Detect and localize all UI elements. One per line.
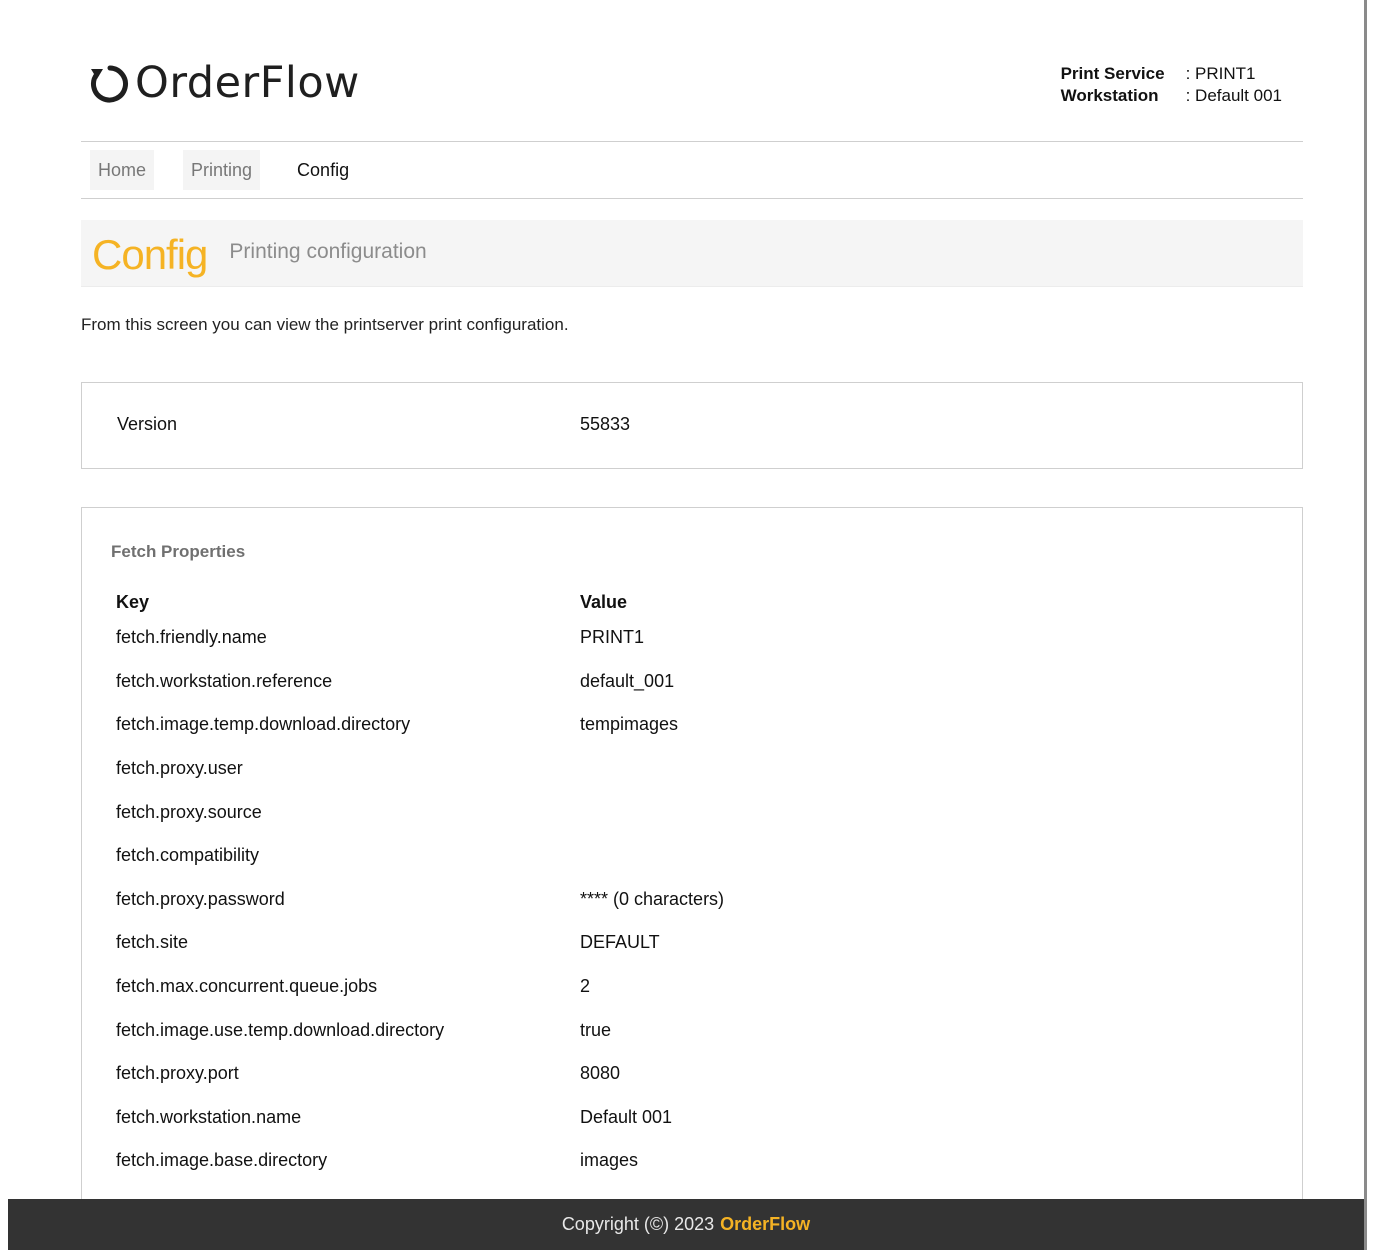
property-value: DEFAULT (580, 932, 660, 953)
table-row: fetch.site DEFAULT (116, 921, 724, 965)
property-value: 2 (580, 976, 591, 997)
refresh-logo-icon (91, 65, 128, 103)
page-header: OrderFlow Print Service : PRINT1 Workstat… (81, 0, 1303, 142)
intro-text: From this screen you can view the prints… (81, 315, 569, 334)
workstation-row: Workstation : Default 001 (1061, 85, 1282, 107)
property-value: Default 001 (580, 1106, 673, 1127)
property-key: fetch.proxy.password (116, 888, 285, 909)
workstation-value: : Default 001 (1185, 86, 1282, 105)
property-value: default_001 (580, 670, 675, 691)
table-row: fetch.proxy.user (116, 747, 724, 791)
footer-brand: OrderFlow (720, 1214, 811, 1234)
table-row: fetch.workstation.name Default 001 (116, 1096, 724, 1140)
page-footer: Copyright (©) 2023 OrderFlow (8, 1199, 1364, 1250)
property-key: fetch.proxy.user (116, 758, 243, 779)
logo-text: OrderFlow (135, 57, 360, 108)
table-row: fetch.proxy.password **** (0 characters) (116, 878, 724, 922)
property-value (580, 747, 724, 791)
table-row: fetch.image.temp.download.directory tempi… (116, 703, 724, 747)
property-key: fetch.workstation.name (116, 1106, 302, 1127)
property-key: fetch.compatibility (116, 845, 260, 866)
version-panel: Version 55833 (81, 382, 1303, 469)
property-value: images (580, 1150, 639, 1171)
property-key: fetch.image.temp.download.directory (116, 714, 411, 735)
copyright-text: Copyright (©) 2023 (561, 1214, 715, 1234)
property-key: fetch.friendly.name (116, 627, 267, 648)
page-subtitle: Printing configuration (229, 240, 427, 263)
version-value: 55833 (580, 414, 631, 434)
table-row: fetch.proxy.port 8080 (116, 1052, 724, 1096)
property-value: 8080 (580, 1063, 621, 1084)
property-key: fetch.proxy.port (116, 1063, 239, 1084)
table-row: fetch.friendly.name PRINT1 (116, 616, 724, 660)
property-key: fetch.image.use.temp.download.directory (116, 1019, 445, 1040)
property-key: fetch.max.concurrent.queue.jobs (116, 976, 378, 997)
logo[interactable]: OrderFlow (87, 60, 360, 106)
table-row: fetch.compatibility (116, 834, 724, 878)
scrollbar-edge (1364, 0, 1367, 1250)
property-key: fetch.workstation.reference (116, 670, 333, 691)
property-key: fetch.image.base.directory (116, 1150, 328, 1171)
table-header-row: Key Value (116, 592, 724, 616)
table-row: fetch.image.base.directory images (116, 1139, 724, 1183)
page-container: OrderFlow Print Service : PRINT1 Workstat… (81, 0, 1303, 1227)
property-key: fetch.proxy.source (116, 801, 262, 822)
column-header-value: Value (580, 592, 628, 612)
column-header-key: Key (116, 592, 150, 612)
workstation-label: Workstation (1060, 86, 1159, 105)
page-title: Config (92, 231, 208, 278)
property-value: **** (0 characters) (580, 888, 725, 909)
nav-printing[interactable]: Printing (183, 150, 261, 190)
version-label: Version (117, 414, 178, 434)
fetch-properties-panel: Fetch Properties Key Value fetch.friendl… (81, 507, 1303, 1227)
property-value: PRINT1 (580, 627, 645, 648)
property-value (580, 834, 724, 878)
nav-home[interactable]: Home (90, 150, 155, 190)
fetch-properties-table: Key Value fetch.friendly.name PRINT1 fetc… (116, 592, 724, 1183)
fetch-properties-heading: Fetch Properties (111, 542, 246, 561)
table-row: fetch.proxy.source (116, 790, 724, 834)
property-value (580, 790, 724, 834)
service-info: Print Service : PRINT1 Workstation : Defau… (1061, 63, 1282, 107)
main-nav: Home Printing Config (81, 142, 1303, 199)
nav-config[interactable]: Config (289, 150, 357, 190)
table-row: fetch.max.concurrent.queue.jobs 2 (116, 965, 724, 1009)
property-value: true (580, 1019, 612, 1040)
property-key: fetch.site (116, 932, 189, 953)
table-row: fetch.workstation.reference default_001 (116, 660, 724, 704)
print-service-value: : PRINT1 (1185, 64, 1256, 83)
table-row: fetch.image.use.temp.download.directory t… (116, 1008, 724, 1052)
print-service-row: Print Service : PRINT1 (1061, 63, 1282, 85)
property-value: tempimages (580, 714, 679, 735)
title-bar: Config Printing configuration (81, 220, 1303, 287)
print-service-label: Print Service (1060, 64, 1165, 83)
